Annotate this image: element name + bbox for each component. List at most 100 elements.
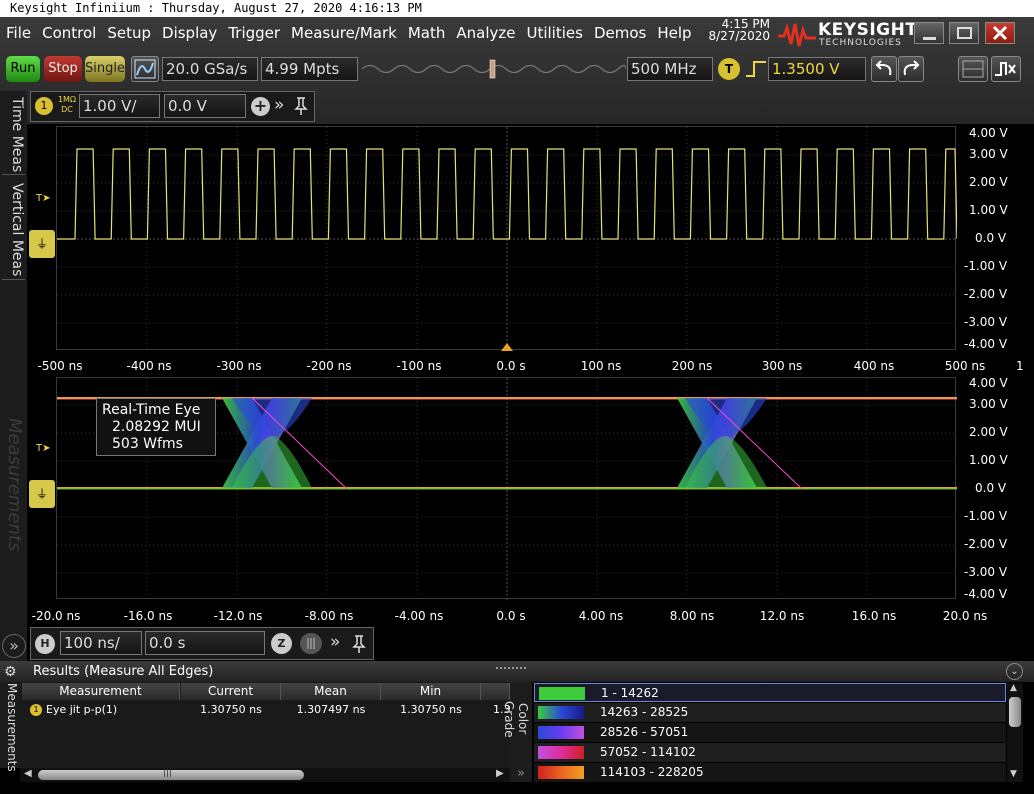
menu-measure-mark[interactable]: Measure/Mark	[285, 22, 402, 44]
color-grade-row[interactable]: 1 - 14262	[534, 683, 1006, 702]
x-label: -400 ns	[126, 359, 172, 373]
close-icon	[992, 25, 1008, 41]
vertical-offset-field[interactable]: 0.0 V	[164, 94, 246, 118]
measurement-name[interactable]: Eye jit p-p(1)	[46, 702, 176, 718]
trigger-level-marker[interactable]: T➤	[36, 193, 51, 204]
brand-name: KEYSIGHT	[818, 20, 918, 40]
close-button[interactable]	[985, 22, 1015, 44]
scrollbar-thumb[interactable]: |||	[38, 768, 304, 780]
brand-subtitle: TECHNOLOGIES	[819, 38, 902, 48]
trigger-position-marker[interactable]	[501, 343, 513, 351]
sample-rate-field[interactable]: 20.0 GSa/s	[162, 57, 258, 81]
maximize-icon	[957, 27, 972, 39]
color-swatch-magenta	[538, 746, 584, 759]
channel-1-badge[interactable]: 1	[35, 97, 53, 115]
menu-trigger[interactable]: Trigger	[222, 22, 285, 44]
vertical-scale-field[interactable]: 1.00 V/	[79, 94, 160, 118]
eye-info-wfms: 503 Wfms	[112, 436, 183, 452]
pin-icon[interactable]	[294, 96, 308, 116]
autoscale-button[interactable]	[131, 56, 159, 82]
horizontal-position-field[interactable]: 0.0 s	[145, 631, 265, 655]
trigger-level-field[interactable]: 1.3500 V	[768, 57, 866, 81]
color-swatch-green	[539, 687, 585, 700]
menu-file[interactable]: File	[0, 22, 36, 44]
color-grade-range-label: 57052 - 114102	[600, 745, 696, 759]
minimize-button[interactable]	[914, 22, 944, 44]
eye-trigger-marker[interactable]: T➤	[36, 443, 51, 454]
horizontal-badge[interactable]: H	[35, 634, 55, 654]
col-header-max[interactable]	[481, 683, 510, 700]
collapse-results-button[interactable]: ⌄	[1006, 663, 1023, 680]
bandwidth-field[interactable]: 500 MHz	[627, 57, 713, 81]
eye-ground-marker[interactable]: ⏚	[29, 480, 55, 508]
col-header-measurement[interactable]: Measurement	[22, 683, 180, 700]
horizontal-pin-icon[interactable]	[352, 634, 366, 654]
color-grade-range-label: 1 - 14262	[601, 686, 659, 700]
color-grade-row[interactable]: 114103 - 228205	[534, 763, 1006, 782]
slider-thumb[interactable]	[489, 59, 496, 79]
menu-demos[interactable]: Demos	[588, 22, 651, 44]
x-label: 200 ns	[671, 359, 713, 373]
touch-waveform-icon	[995, 62, 1016, 76]
measurement-source-badge: 1	[30, 704, 42, 716]
grid-layout-button[interactable]	[958, 56, 988, 82]
menu-utilities[interactable]: Utilities	[520, 22, 587, 44]
run-button[interactable]: Run	[6, 56, 40, 82]
tab-time-meas[interactable]: Time Meas	[2, 95, 25, 175]
menu-setup[interactable]: Setup	[101, 22, 156, 44]
color-grade-row[interactable]: 57052 - 114102	[534, 743, 1006, 762]
results-settings-icon[interactable]: ⚙	[4, 664, 22, 680]
clock-date: 8/27/2020	[708, 29, 770, 43]
single-button[interactable]: Single	[85, 56, 125, 82]
col-header-mean[interactable]: Mean	[281, 683, 381, 700]
horizontal-scale-field[interactable]: 100 ns/	[60, 631, 142, 655]
memory-depth-field[interactable]: 4.99 Mpts	[261, 57, 358, 81]
undo-button[interactable]	[871, 56, 897, 82]
menu-control[interactable]: Control	[36, 22, 101, 44]
scroll-left-icon[interactable]: ◀	[24, 768, 32, 779]
scroll-up-icon[interactable]: ▲	[1010, 683, 1017, 693]
waveform-position-slider[interactable]	[362, 58, 626, 80]
channel-1-ground-marker[interactable]: ⏚	[29, 230, 55, 258]
color-grade-v-scrollbar[interactable]: ▲ ▼	[1007, 683, 1023, 782]
menu-help[interactable]: Help	[651, 22, 696, 44]
color-swatch-orange	[538, 766, 584, 779]
trigger-badge[interactable]: T	[718, 58, 740, 80]
redo-button[interactable]	[898, 56, 924, 82]
tab-vertical-meas[interactable]: Vertical Meas	[2, 180, 25, 280]
rising-edge-icon[interactable]	[744, 58, 768, 80]
results-side-tab[interactable]: Measurements	[1, 683, 19, 772]
maximize-button[interactable]	[949, 22, 979, 44]
panel-resize-grip[interactable]	[496, 667, 526, 669]
menu-display[interactable]: Display	[156, 22, 222, 44]
add-channel-button[interactable]: +	[251, 97, 270, 116]
horizontal-expand-icon[interactable]: »	[330, 632, 340, 652]
v-scrollbar-thumb[interactable]	[1009, 697, 1021, 727]
expand-side-panel-button[interactable]: »	[2, 634, 26, 658]
color-grade-row[interactable]: 14263 - 28525	[534, 703, 1006, 722]
keysight-logo-icon	[778, 22, 816, 47]
menu-math[interactable]: Math	[402, 22, 451, 44]
touch-mode-button[interactable]	[991, 56, 1021, 82]
color-swatch-blue	[538, 706, 584, 719]
scroll-right-icon[interactable]: ▶	[496, 768, 504, 779]
color-grade-expand-icon[interactable]: »	[512, 766, 530, 782]
stop-button[interactable]: Stop	[44, 56, 82, 82]
color-grade-tab[interactable]: Color Grade	[502, 684, 530, 754]
zoom-button[interactable]: Z	[271, 633, 292, 654]
knob-icon	[307, 638, 315, 649]
waveform-grid[interactable]	[56, 126, 958, 351]
menu-bar: File Control Setup Display Trigger Measu…	[0, 22, 697, 44]
results-h-scrollbar[interactable]: ◀ ||| ▶	[20, 768, 510, 782]
col-header-current[interactable]: Current	[181, 683, 281, 700]
menu-analyze[interactable]: Analyze	[450, 22, 520, 44]
color-grade-range-label: 114103 - 228205	[600, 765, 704, 779]
x-label: 400 ns	[853, 359, 895, 373]
scroll-down-icon[interactable]: ▼	[1010, 769, 1017, 779]
x-label: 16.0 ns	[851, 609, 897, 623]
navigation-knob[interactable]	[300, 633, 322, 654]
color-grade-row[interactable]: 28526 - 57051	[534, 723, 1006, 742]
x-label: -4.00 ns	[394, 609, 444, 623]
col-header-min[interactable]: Min	[381, 683, 481, 700]
expand-chevron-icon[interactable]: »	[274, 95, 284, 115]
